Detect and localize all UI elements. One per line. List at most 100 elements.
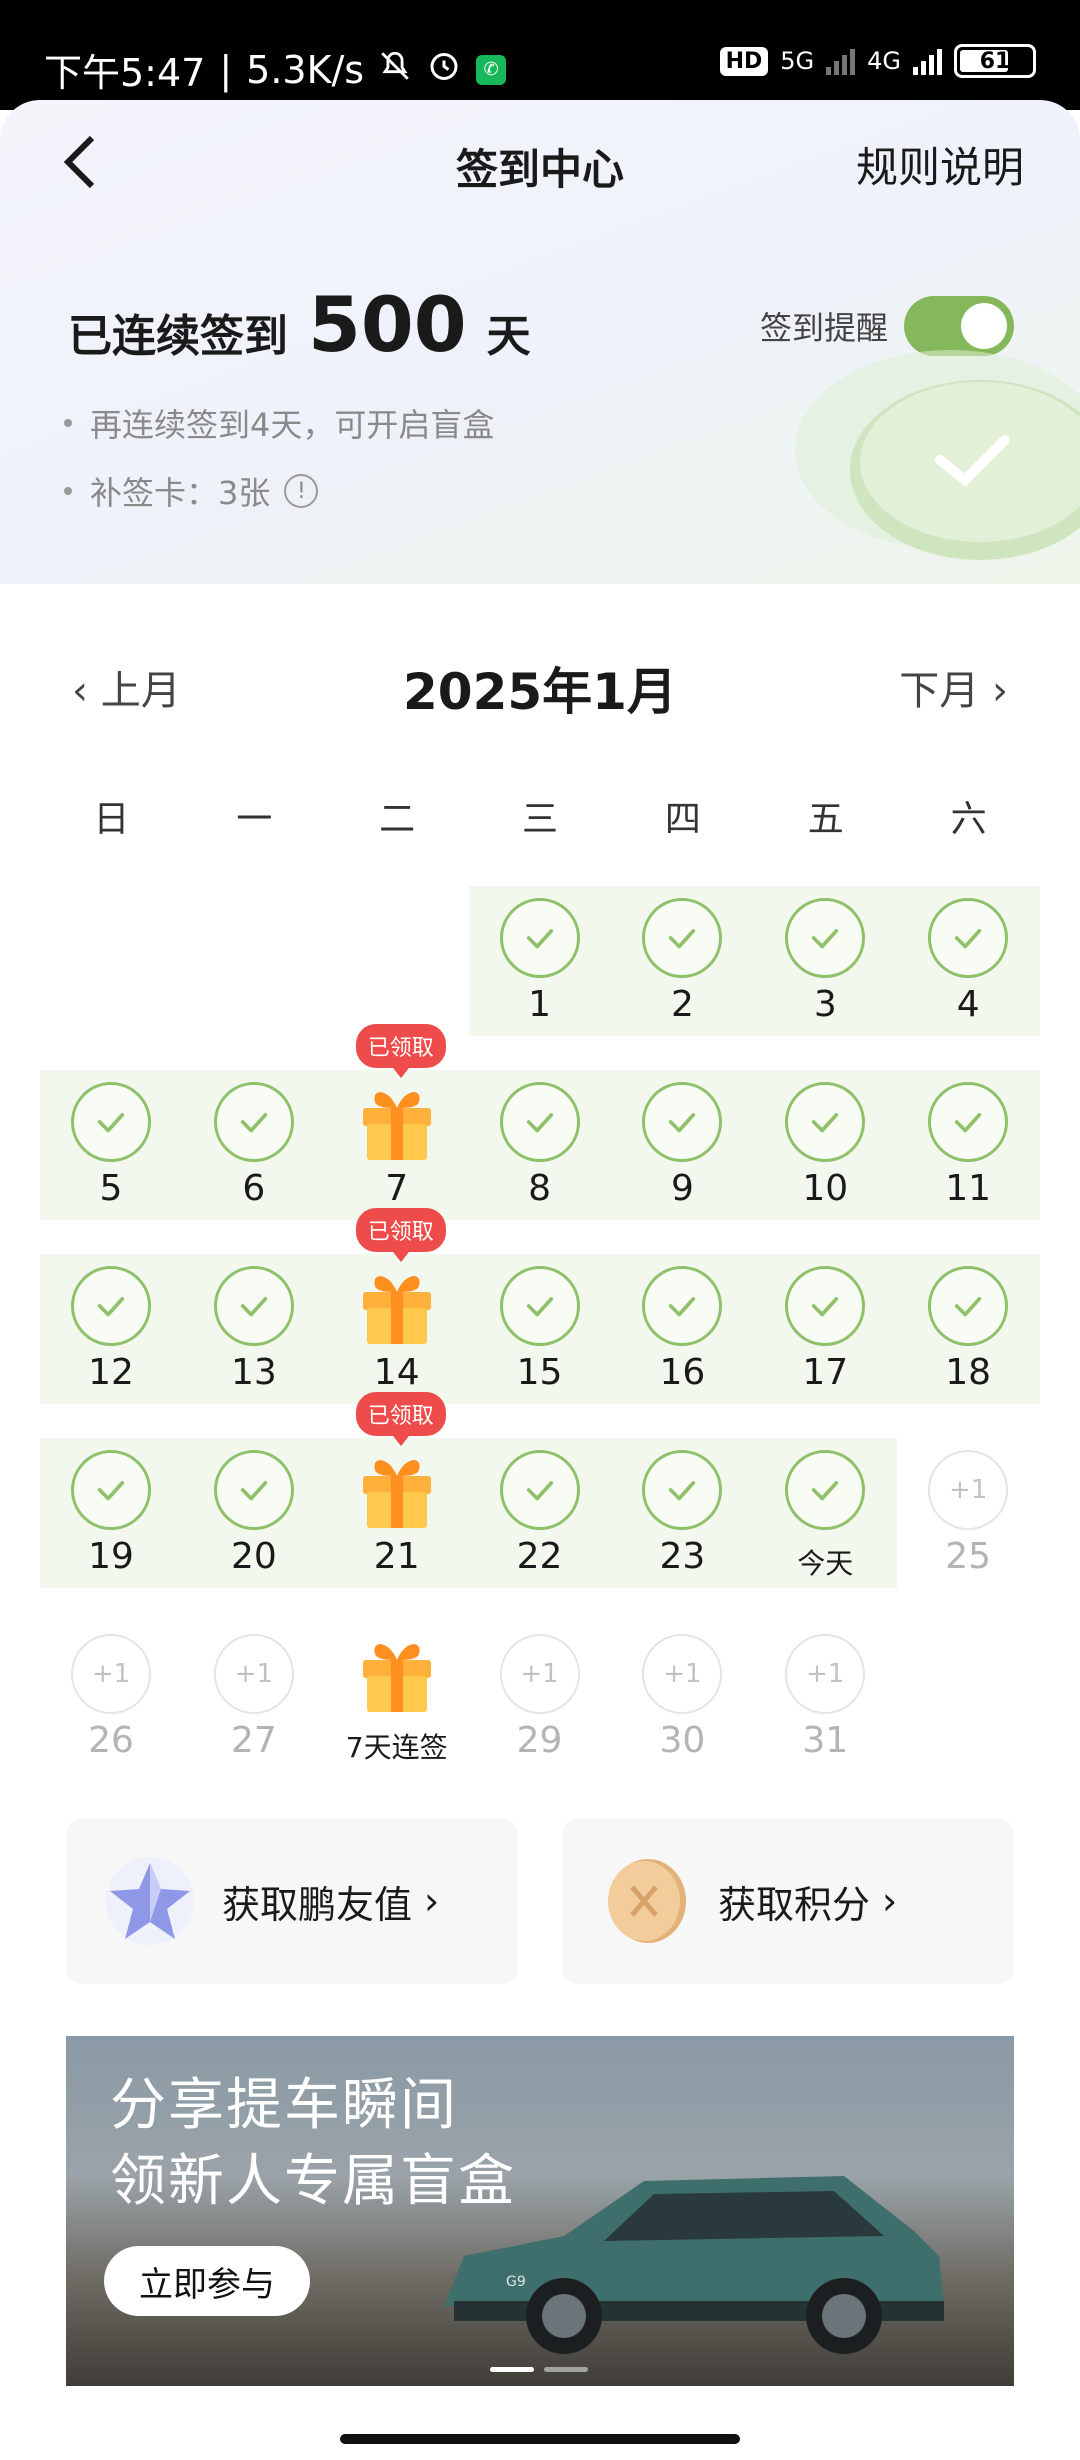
check-icon [499, 1266, 580, 1346]
claimed-badge: 已领取 [355, 1392, 446, 1446]
home-indicator[interactable] [340, 2434, 740, 2444]
get-points-card[interactable]: 获取积分 › [562, 1818, 1014, 1984]
battery-icon: 61 [954, 44, 1036, 78]
calendar-week: +1 26 +1 27 7天连签 +1 29 +1 30 +1 31 [40, 1616, 1040, 1770]
plus-one-icon: +1 [642, 1634, 723, 1714]
day-cell[interactable]: 23 [611, 1432, 753, 1592]
day-number: 17 [802, 1352, 849, 1393]
day-number: 27 [230, 1720, 277, 1761]
day-cell[interactable]: 17 [754, 1248, 896, 1408]
day-number: 16 [659, 1352, 706, 1393]
day-cell[interactable]: +1 27 [183, 1616, 325, 1776]
day-cell[interactable]: 已领取 14 [326, 1208, 468, 1408]
signal-icon [826, 47, 856, 75]
day-cell[interactable]: +1 26 [40, 1616, 182, 1776]
calendar-week: 19 20 已领取 21 22 23 今天 +1 25 [40, 1392, 1040, 1588]
day-number: 7天连签 [345, 1731, 448, 1764]
check-icon [642, 1266, 723, 1346]
day-cell[interactable]: 15 [469, 1248, 611, 1408]
calendar-week: 5 6 已领取 7 8 9 10 11 [40, 1024, 1040, 1220]
gift-box-icon [362, 1460, 431, 1528]
day-cell[interactable]: 2 [611, 880, 753, 1040]
join-now-button[interactable]: 立即参与 [104, 2246, 310, 2316]
check-icon [928, 1082, 1009, 1162]
check-icon [785, 1450, 866, 1530]
check-icon [213, 1082, 294, 1162]
gold-coin-icon [608, 1859, 686, 1943]
day-cell[interactable]: +1 30 [611, 1616, 753, 1776]
weekday-label: 一 [236, 799, 273, 840]
day-cell[interactable]: 20 [183, 1432, 325, 1592]
gift-box-icon [362, 1092, 431, 1160]
net-label-5g: 5G [780, 47, 815, 75]
check-icon [785, 1266, 866, 1346]
check-icon [71, 1082, 151, 1162]
day-cell[interactable]: 10 [754, 1064, 896, 1224]
day-number: 20 [230, 1536, 277, 1577]
day-cell[interactable]: 今天 [754, 1432, 896, 1592]
tip-makeup-card: 补签卡：3张! [64, 468, 494, 514]
day-number: 21 [373, 1536, 420, 1577]
hd-badge: HD [719, 46, 769, 76]
star-crystal-icon [106, 1857, 194, 1945]
rules-link[interactable]: 规则说明 [856, 134, 1024, 195]
check-icon [71, 1450, 151, 1530]
claimed-badge: 已领取 [355, 1024, 446, 1078]
battery-level: 61 [979, 48, 1011, 74]
day-number: 26 [88, 1720, 134, 1761]
day-cell[interactable]: +1 29 [469, 1616, 611, 1776]
day-cell[interactable]: 11 [897, 1064, 1039, 1224]
day-number: 19 [88, 1536, 134, 1577]
day-cell[interactable]: +1 25 [897, 1432, 1039, 1592]
streak-unit: 天 [486, 311, 531, 362]
get-points-friend-card[interactable]: 获取鹏友值 › [66, 1818, 518, 1984]
day-cell[interactable]: 6 [183, 1064, 325, 1224]
status-time: 下午5:47 [44, 51, 206, 95]
month-navigation: ‹ 上月 2025年1月 下月 › [0, 640, 1080, 730]
day-cell[interactable]: 22 [469, 1432, 611, 1592]
plus-one-icon: +1 [71, 1634, 151, 1714]
day-cell[interactable]: 已领取 7 [326, 1024, 468, 1224]
day-number: 15 [516, 1352, 563, 1393]
alarm-icon [426, 47, 462, 92]
day-cell[interactable]: 7天连签 [326, 1616, 468, 1776]
day-cell[interactable]: 13 [183, 1248, 325, 1408]
gift-box-icon [362, 1644, 431, 1712]
day-number: 11 [945, 1168, 992, 1209]
day-cell[interactable]: 9 [611, 1064, 753, 1224]
next-month-button[interactable]: 下月 › [899, 658, 1008, 716]
day-cell[interactable]: 16 [611, 1248, 753, 1408]
status-bar: 下午5:47 | 5.3K/s ✆ HD 5G 4G 61 [0, 0, 1080, 110]
day-cell[interactable]: 1 [469, 880, 611, 1040]
day-number: 2 [670, 984, 694, 1025]
day-cell[interactable]: +1 31 [754, 1616, 896, 1776]
day-number: 12 [88, 1352, 134, 1393]
day-number: 29 [516, 1720, 563, 1761]
day-number: 7 [385, 1168, 409, 1209]
reward-cards: 获取鹏友值 › 获取积分 › [66, 1818, 1014, 1984]
check-icon [71, 1266, 151, 1346]
promo-banner[interactable]: 分享提车瞬间 领新人专属盲盒 立即参与 G9 [66, 2036, 1014, 2386]
day-cell[interactable]: 12 [40, 1248, 182, 1408]
chevron-right-icon: › [882, 1879, 898, 1923]
plus-one-icon: +1 [928, 1450, 1009, 1530]
day-cell[interactable]: 8 [469, 1064, 611, 1224]
check-icon [785, 898, 866, 978]
day-number: 4 [956, 984, 980, 1025]
check-icon [928, 898, 1009, 978]
check-icon [642, 1450, 723, 1530]
check-icon [642, 1082, 723, 1162]
day-cell[interactable]: 4 [897, 880, 1039, 1040]
check-icon [499, 898, 580, 978]
card-label: 获取鹏友值 [222, 1882, 413, 1927]
streak-days: 500 [308, 280, 467, 369]
day-cell[interactable]: 19 [40, 1432, 182, 1592]
day-cell[interactable]: 3 [754, 880, 896, 1040]
day-cell[interactable]: 已领取 21 [326, 1392, 468, 1592]
info-icon[interactable]: ! [284, 474, 319, 508]
weekday-label: 五 [807, 799, 844, 840]
day-cell[interactable]: 5 [40, 1064, 182, 1224]
streak-summary: 已连续签到 500 天 [68, 280, 531, 369]
day-cell[interactable]: 18 [897, 1248, 1039, 1408]
tip-blind-box: 再连续签到4天，可开启盲盒 [64, 400, 494, 446]
